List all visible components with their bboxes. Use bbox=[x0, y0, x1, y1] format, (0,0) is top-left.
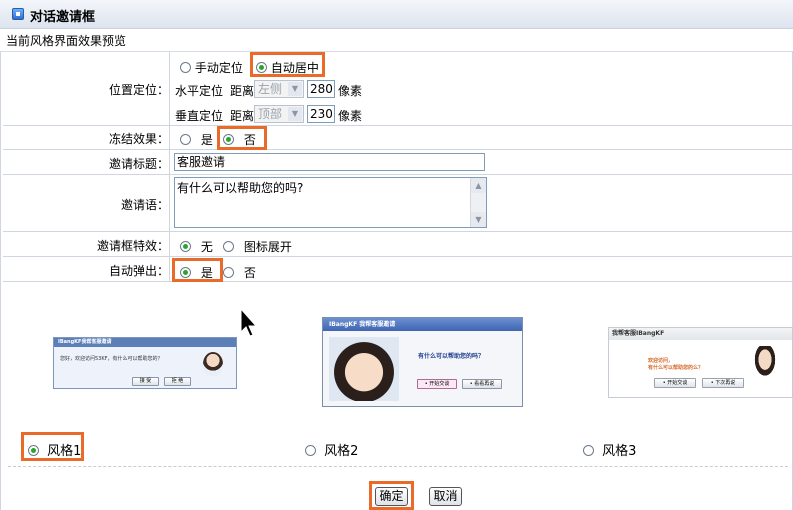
autopop-no-option[interactable]: 否 bbox=[223, 264, 256, 281]
effect-row: 邀请框特效： 无 图标展开 bbox=[3, 232, 792, 257]
style3-preview[interactable]: 我帮客服IBangKF 欢迎访问， 有什么可以帮助您的么？ • 开始交谈 • 下… bbox=[608, 327, 793, 398]
invite-title-row: 邀请标题： 客服邀请 bbox=[3, 150, 792, 175]
freeze-yes-radio[interactable] bbox=[180, 134, 191, 145]
v-position-label: 垂直定位 bbox=[175, 109, 224, 123]
invite-text-label: 邀请语： bbox=[120, 198, 169, 212]
effect-none-option[interactable]: 无 bbox=[180, 238, 213, 255]
style3-later-button[interactable]: • 下次再说 bbox=[702, 378, 744, 388]
effect-expand-label: 图标展开 bbox=[243, 240, 292, 254]
style2-later-button[interactable]: • 看看再说 bbox=[462, 379, 502, 389]
preview-subtitle-bar: 当前风格界面效果预览 bbox=[0, 29, 793, 52]
freeze-yes-label: 是 bbox=[200, 133, 213, 147]
position-manual-label: 手动定位 bbox=[194, 61, 243, 75]
style2-message: 有什么可以帮助您的吗？ bbox=[418, 353, 485, 360]
invite-text-textarea[interactable]: 有什么可以帮助您的吗? ▲ ▼ bbox=[174, 177, 487, 228]
autopop-label: 自动弹出： bbox=[108, 264, 169, 278]
style1-accept-button[interactable]: 接 受 bbox=[132, 377, 159, 386]
style3-message-2: 有什么可以帮助您的么？ bbox=[648, 365, 704, 371]
style3-message-1: 欢迎访问， bbox=[648, 358, 674, 364]
invite-text-row: 邀请语： 有什么可以帮助您的吗? ▲ ▼ bbox=[3, 175, 792, 232]
invite-text-scrollbar[interactable]: ▲ ▼ bbox=[470, 178, 486, 227]
section-divider bbox=[8, 466, 788, 467]
style1-highlight bbox=[21, 432, 84, 461]
freeze-label: 冻结效果： bbox=[108, 132, 169, 146]
style2-header: IBangKF 我帮客服邀请 bbox=[323, 318, 522, 331]
style2-radio[interactable] bbox=[305, 445, 316, 456]
style2-preview[interactable]: IBangKF 我帮客服邀请 有什么可以帮助您的吗？ • 开始交谈 • 看看再说 bbox=[322, 317, 523, 407]
effect-none-label: 无 bbox=[200, 240, 213, 254]
style3-label: 风格3 bbox=[602, 444, 637, 459]
position-auto-highlight bbox=[250, 52, 325, 77]
position-label: 位置定位： bbox=[108, 83, 169, 97]
style3-option[interactable]: 风格3 bbox=[583, 440, 636, 459]
style3-start-button[interactable]: • 开始交谈 bbox=[654, 378, 696, 388]
preview-subtitle: 当前风格界面效果预览 bbox=[6, 34, 127, 48]
mouse-cursor-icon bbox=[240, 308, 258, 337]
freeze-row: 冻结效果： 是 否 bbox=[3, 126, 792, 150]
position-row: 位置定位： 手动定位 自动居中 水平定位 距离 左侧 ▼ 280 像素 垂直定位… bbox=[3, 52, 792, 126]
settings-form: 位置定位： 手动定位 自动居中 水平定位 距离 左侧 ▼ 280 像素 垂直定位… bbox=[3, 52, 792, 282]
invite-text-value: 有什么可以帮助您的吗? bbox=[177, 181, 304, 195]
chevron-down-icon: ▼ bbox=[288, 107, 302, 121]
position-manual-option[interactable]: 手动定位 bbox=[180, 59, 243, 76]
h-unit-label: 像素 bbox=[338, 84, 363, 98]
v-anchor-select[interactable]: 顶部 ▼ bbox=[254, 105, 304, 123]
dialog-icon bbox=[12, 8, 24, 20]
effect-label: 邀请框特效： bbox=[96, 239, 169, 253]
style3-radio[interactable] bbox=[583, 445, 594, 456]
effect-expand-option[interactable]: 图标展开 bbox=[223, 238, 292, 255]
dialog-title: 对话邀请框 bbox=[30, 10, 96, 25]
autopop-no-radio[interactable] bbox=[223, 267, 234, 278]
scroll-down-icon[interactable]: ▼ bbox=[471, 212, 486, 227]
style3-header: 我帮客服IBangKF bbox=[609, 328, 792, 340]
h-anchor-value: 左侧 bbox=[258, 82, 283, 96]
style2-option[interactable]: 风格2 bbox=[305, 440, 358, 459]
invite-title-label: 邀请标题： bbox=[108, 157, 169, 171]
style2-photo bbox=[329, 337, 399, 401]
v-offset-input[interactable]: 230 bbox=[307, 105, 335, 123]
effect-expand-radio[interactable] bbox=[223, 241, 234, 252]
style3-avatar bbox=[752, 346, 778, 380]
v-anchor-value: 顶部 bbox=[258, 107, 283, 121]
scroll-up-icon[interactable]: ▲ bbox=[471, 178, 486, 193]
ok-button-highlight bbox=[369, 481, 414, 510]
invite-title-input[interactable]: 客服邀请 bbox=[174, 153, 485, 171]
h-position-label: 水平定位 bbox=[175, 84, 224, 98]
cancel-button[interactable]: 取消 bbox=[429, 487, 462, 506]
style2-start-button[interactable]: • 开始交谈 bbox=[417, 379, 457, 389]
position-manual-radio[interactable] bbox=[180, 62, 191, 73]
style1-avatar bbox=[203, 352, 223, 376]
chevron-down-icon: ▼ bbox=[288, 82, 302, 96]
h-offset-input[interactable]: 280 bbox=[307, 80, 335, 98]
effect-none-radio[interactable] bbox=[180, 241, 191, 252]
h-anchor-select[interactable]: 左侧 ▼ bbox=[254, 80, 304, 98]
v-unit-label: 像素 bbox=[338, 109, 363, 123]
style2-label: 风格2 bbox=[324, 444, 359, 459]
h-distance-label: 距离 bbox=[230, 84, 255, 98]
autopop-row: 自动弹出： 是 否 bbox=[3, 257, 792, 282]
style1-reject-button[interactable]: 拒 绝 bbox=[164, 377, 191, 386]
style1-header: IBangKF我帮客服邀请 bbox=[54, 338, 236, 347]
style1-preview[interactable]: IBangKF我帮客服邀请 您好，欢迎访问53KF，有什么可以帮助您的？ 接 受… bbox=[53, 337, 237, 389]
autopop-yes-highlight bbox=[172, 258, 223, 282]
autopop-no-label: 否 bbox=[243, 266, 256, 280]
freeze-no-highlight bbox=[217, 126, 267, 150]
dialog-titlebar: 对话邀请框 bbox=[0, 0, 793, 29]
v-distance-label: 距离 bbox=[230, 109, 255, 123]
freeze-yes-option[interactable]: 是 bbox=[180, 131, 213, 148]
style1-message: 您好，欢迎访问53KF，有什么可以帮助您的？ bbox=[60, 356, 163, 362]
